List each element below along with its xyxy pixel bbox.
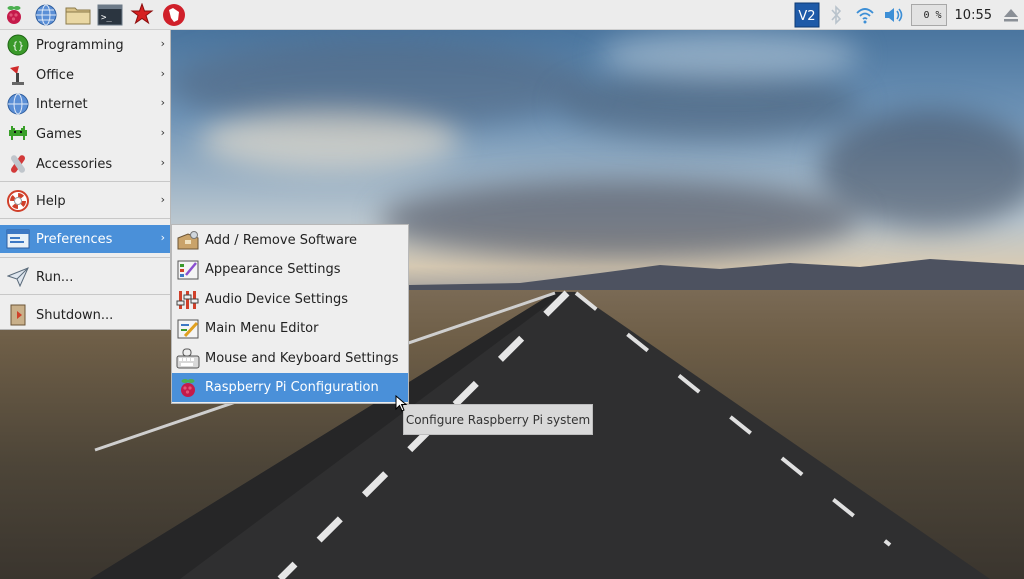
menu-separator: [0, 181, 170, 182]
volume-button[interactable]: [879, 1, 909, 29]
menu-item-label: Help: [36, 193, 66, 209]
submenu-arrow-icon: ›: [160, 193, 165, 206]
web-browser-launcher[interactable]: [32, 1, 60, 29]
mouse-keyboard-icon: [176, 348, 200, 368]
menu-item-programming[interactable]: {} Programming ›: [0, 31, 170, 59]
menu-item-help[interactable]: Help ›: [0, 187, 170, 215]
submenu-item-appearance-settings[interactable]: Appearance Settings: [172, 255, 408, 284]
accessories-icon: [10, 155, 26, 173]
volume-icon: [884, 8, 902, 22]
main-menu: {} Programming › Office › Internet › Gam…: [0, 30, 171, 330]
menu-item-office[interactable]: Office ›: [0, 61, 170, 89]
menu-item-label: Preferences: [36, 231, 113, 247]
help-icon: [7, 190, 29, 212]
appearance-icon: [177, 260, 199, 279]
menu-item-label: Programming: [36, 37, 124, 53]
menu-item-label: Shutdown...: [36, 307, 114, 323]
vnc-server-button[interactable]: V2: [793, 1, 821, 29]
wifi-icon: [855, 8, 874, 24]
shutdown-icon: [10, 304, 26, 326]
menu-item-games[interactable]: Games ›: [0, 120, 170, 148]
wifi-button[interactable]: [851, 1, 879, 29]
submenu-item-label: Main Menu Editor: [205, 321, 319, 336]
submenu-arrow-icon: ›: [160, 37, 165, 50]
menu-item-label: Office: [36, 67, 74, 83]
submenu-item-add-remove-software[interactable]: Add / Remove Software: [172, 226, 408, 255]
menu-item-preferences[interactable]: Preferences ›: [0, 225, 170, 253]
submenu-item-mouse-keyboard-settings[interactable]: Mouse and Keyboard Settings: [172, 344, 408, 373]
svg-text:{}: {}: [12, 41, 24, 52]
submenu-item-label: Raspberry Pi Configuration: [205, 380, 379, 395]
cpu-monitor[interactable]: 0 %: [909, 1, 949, 29]
menu-item-label: Games: [36, 126, 82, 142]
system-tray: V2 0 % 10:55: [793, 0, 1024, 30]
file-manager-icon: [65, 7, 91, 24]
menu-item-label: Run...: [36, 269, 74, 285]
mouse-cursor-icon: [395, 395, 408, 412]
svg-text:>_: >_: [101, 13, 112, 23]
tooltip: Configure Raspberry Pi system: [403, 404, 593, 435]
submenu-item-raspberry-pi-configuration[interactable]: Raspberry Pi Configuration: [172, 373, 408, 402]
menu-item-label: Internet: [36, 96, 88, 112]
package-icon: [177, 230, 199, 249]
submenu-arrow-icon: ›: [160, 126, 165, 139]
submenu-item-label: Appearance Settings: [205, 262, 341, 277]
menu-editor-icon: [177, 319, 199, 338]
submenu-arrow-icon: ›: [160, 96, 165, 109]
submenu-item-label: Mouse and Keyboard Settings: [205, 351, 399, 366]
submenu-item-label: Audio Device Settings: [205, 292, 348, 307]
wolfram-launcher[interactable]: [160, 1, 188, 29]
menu-item-accessories[interactable]: Accessories ›: [0, 150, 170, 178]
bluetooth-icon: [830, 5, 841, 25]
preferences-icon: [6, 229, 30, 249]
submenu-item-audio-device-settings[interactable]: Audio Device Settings: [172, 285, 408, 314]
submenu-arrow-icon: ›: [160, 67, 165, 80]
menu-separator: [0, 257, 170, 258]
top-panel: >_ V2 0 % 10:55: [0, 0, 1024, 30]
eject-icon: [1004, 9, 1018, 22]
raspberry-config-icon: [181, 378, 195, 397]
terminal-icon: >_: [97, 4, 123, 25]
menu-item-label: Accessories: [36, 156, 113, 172]
eject-button[interactable]: [998, 1, 1024, 29]
submenu-arrow-icon: ›: [160, 231, 165, 244]
web-browser-icon: [35, 4, 57, 25]
svg-text:V2: V2: [798, 9, 815, 24]
menu-item-run[interactable]: Run...: [0, 263, 170, 291]
programming-icon: {}: [7, 34, 29, 56]
cpu-usage-readout: 0 %: [910, 4, 947, 26]
menu-separator: [0, 218, 170, 219]
menu-item-internet[interactable]: Internet ›: [0, 90, 170, 118]
wolfram-icon: [163, 3, 185, 26]
raspberry-menu-icon: [7, 5, 21, 24]
submenu-item-label: Add / Remove Software: [205, 233, 358, 248]
menu-item-shutdown[interactable]: Shutdown...: [0, 301, 170, 329]
run-icon: [7, 267, 29, 287]
file-manager-launcher[interactable]: [64, 1, 92, 29]
raspberry-menu-button[interactable]: [0, 1, 28, 29]
vnc-icon: V2: [794, 2, 820, 28]
audio-settings-icon: [176, 290, 199, 309]
office-icon: [10, 66, 24, 85]
submenu-arrow-icon: ›: [160, 156, 165, 169]
bluetooth-button[interactable]: [821, 1, 851, 29]
submenu-item-main-menu-editor[interactable]: Main Menu Editor: [172, 314, 408, 343]
games-icon: [9, 126, 27, 140]
mathematica-launcher[interactable]: [128, 1, 156, 29]
terminal-launcher[interactable]: >_: [96, 1, 124, 29]
clock[interactable]: 10:55: [949, 1, 998, 29]
mathematica-icon: [130, 2, 154, 24]
menu-separator: [0, 294, 170, 295]
preferences-submenu: Add / Remove Software Appearance Setting…: [171, 224, 409, 404]
internet-icon: [7, 93, 29, 115]
